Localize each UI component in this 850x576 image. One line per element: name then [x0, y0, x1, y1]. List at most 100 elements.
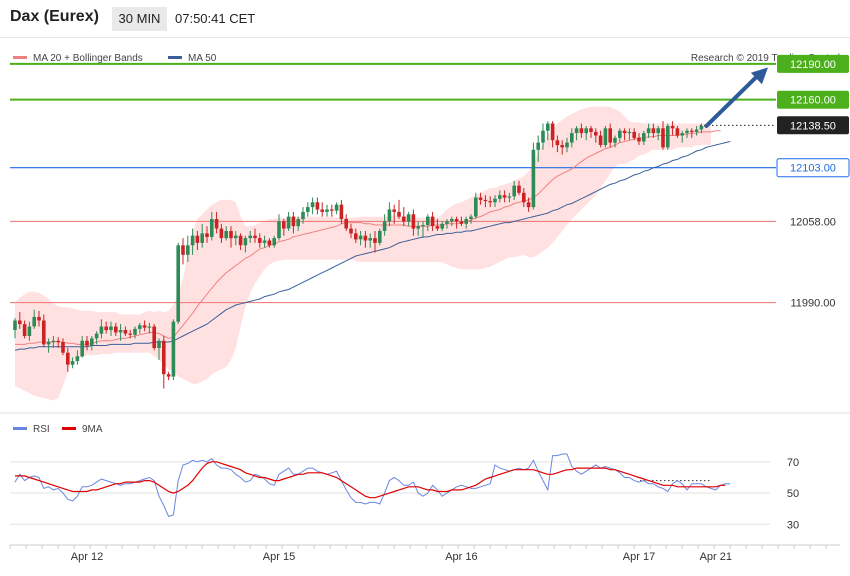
candle-body [315, 202, 320, 210]
candle-body [690, 130, 694, 132]
price-levels [10, 62, 776, 304]
candle-body [18, 320, 22, 325]
candle-body [512, 185, 516, 197]
candle-body [622, 130, 627, 134]
candle-body [344, 219, 348, 229]
candle-body [445, 221, 449, 224]
candle-body [147, 326, 152, 328]
forecast-arrow [704, 67, 768, 128]
candle-body [574, 128, 579, 134]
candle-body [109, 326, 113, 331]
candle-body [42, 320, 46, 345]
candle-body [46, 342, 51, 345]
candle-body [181, 245, 185, 255]
candle-body [618, 130, 622, 138]
candle-body [416, 226, 420, 229]
candle [310, 197, 315, 215]
candle-body [661, 128, 665, 148]
candle-body [632, 131, 636, 138]
candle-body [651, 128, 656, 134]
candle-body [296, 219, 300, 227]
candle-body [680, 133, 684, 136]
candle-body [27, 326, 32, 336]
chart-canvas: MA 20 + Bollinger Bands MA 50 Research ©… [0, 53, 850, 563]
candle-body [358, 235, 363, 240]
candle [166, 371, 171, 381]
candle-body [32, 316, 36, 327]
candle-body [114, 326, 118, 333]
candle-body [378, 231, 382, 243]
candle-body [666, 125, 670, 148]
candle [603, 125, 608, 148]
candle-body [565, 142, 569, 148]
candle [344, 214, 348, 231]
candle-body [123, 330, 128, 334]
candle-body [517, 185, 521, 193]
candle-body [301, 211, 305, 220]
candle-body [646, 128, 651, 134]
candle-body [272, 238, 276, 246]
candle-body [493, 198, 497, 203]
candle-body [99, 326, 104, 334]
candle-body [162, 340, 166, 375]
candle-body [411, 214, 416, 229]
candle-body [51, 340, 56, 342]
candle [306, 202, 310, 217]
rsi-legend-label: RSI [33, 424, 50, 435]
candle-body [392, 209, 396, 212]
candle-body [13, 320, 17, 330]
candle-body [637, 137, 641, 142]
candle-body [560, 145, 564, 148]
candle-body [85, 340, 89, 346]
candle-body [656, 128, 660, 134]
candle-body [286, 216, 291, 229]
candle [320, 202, 324, 217]
candle-body [166, 374, 171, 377]
candle-body [339, 204, 344, 219]
price-tag-support_3: 11990.00 [777, 293, 849, 312]
time-axis-label: Apr 12 [71, 551, 103, 563]
candle-body [334, 204, 339, 211]
candle-body [354, 233, 358, 240]
candle-body [589, 128, 593, 132]
rsi-ma-line [15, 461, 726, 499]
candle-body [320, 209, 324, 212]
rsi-line [14, 453, 731, 518]
candle-body [536, 142, 540, 150]
candle-body [219, 228, 224, 239]
candle-body [694, 129, 699, 132]
price-tag-last: 12138.50 [777, 116, 849, 135]
candle-body [594, 131, 598, 136]
candle-body [426, 216, 430, 225]
candle-body [627, 131, 632, 134]
candle-body [37, 316, 41, 321]
candle [152, 324, 156, 351]
rsi-ma-legend-label: 9MA [82, 424, 103, 435]
candle-body [454, 219, 459, 222]
candle-body [406, 214, 411, 222]
candle-body [325, 209, 329, 212]
time-axis: Apr 12 Apr 15 Apr 16 Apr 17 Apr 21 [9, 545, 827, 563]
price-tag-label: 12160.00 [790, 95, 836, 107]
candle [176, 242, 180, 325]
price-tag-support_2: 12058.00 [777, 212, 849, 231]
candle [330, 204, 334, 217]
candle-body [291, 216, 296, 227]
candle [378, 228, 382, 246]
candle [666, 123, 670, 150]
candle [531, 142, 536, 210]
candle-body [234, 235, 238, 239]
candle-body [262, 240, 267, 243]
candle-body [675, 128, 680, 136]
candle-body [118, 330, 123, 333]
candle-body [522, 192, 526, 203]
candle-body [478, 197, 483, 200]
candle-body [531, 149, 536, 208]
candle-body [685, 130, 689, 134]
candle-body [469, 216, 473, 219]
candle-body [330, 209, 334, 211]
candle-body [66, 352, 70, 365]
candle-body [128, 333, 132, 335]
candle [171, 319, 176, 381]
candle-body [171, 321, 176, 377]
